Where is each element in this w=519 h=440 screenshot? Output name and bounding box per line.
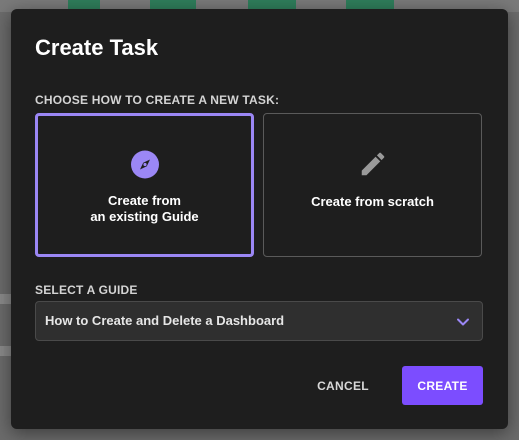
- guide-select[interactable]: How to Create and Delete a Dashboard: [35, 301, 483, 341]
- option-guide-label-line1: Create from: [108, 193, 181, 208]
- option-scratch-label: Create from scratch: [311, 194, 434, 209]
- select-guide-label: SELECT A GUIDE: [35, 283, 138, 297]
- background-divider: [0, 346, 11, 356]
- option-guide-label-line2: an existing Guide: [90, 209, 199, 224]
- guide-select-value: How to Create and Delete a Dashboard: [45, 313, 285, 328]
- dialog-title: Create Task: [35, 35, 159, 60]
- background-divider: [0, 294, 11, 304]
- chevron-down-icon: [456, 315, 470, 334]
- compass-icon: [130, 150, 159, 184]
- create-button[interactable]: CREATE: [402, 366, 483, 405]
- pencil-icon: [358, 149, 388, 184]
- option-create-from-guide[interactable]: Create from an existing Guide: [35, 113, 254, 257]
- option-guide-label: Create from an existing Guide: [38, 193, 251, 225]
- cancel-button[interactable]: CANCEL: [301, 366, 385, 405]
- create-task-dialog: Create Task CHOOSE HOW TO CREATE A NEW T…: [11, 9, 508, 429]
- option-create-from-scratch[interactable]: Create from scratch: [263, 113, 482, 257]
- choose-method-label: CHOOSE HOW TO CREATE A NEW TASK:: [35, 93, 280, 107]
